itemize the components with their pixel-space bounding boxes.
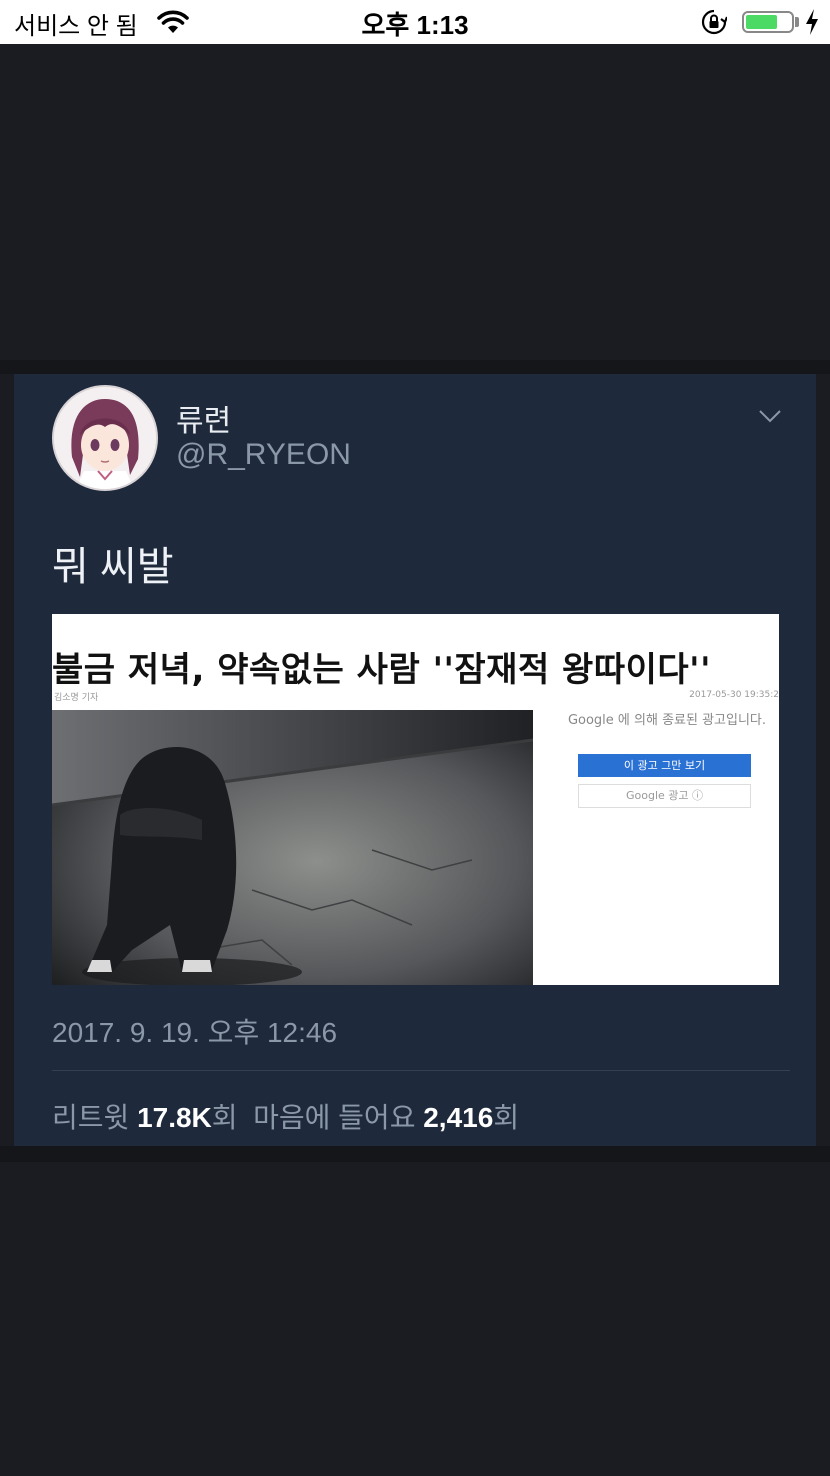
media-dateline: 2017-05-30 19:35:2 [689,690,779,700]
battery-icon [742,11,794,33]
like-stat[interactable]: 마음에 들어요 2,416회 [253,1102,519,1133]
retweet-stat[interactable]: 리트윗 17.8K회 [52,1102,238,1133]
card-top-band [0,360,830,374]
media-byline: 김소명 기자 [54,693,99,703]
retweet-count: 17.8K [137,1102,212,1133]
tweet-timestamp: 2017. 9. 19. 오후 12:46 [52,1017,338,1048]
avatar-illustration [54,387,156,489]
orientation-lock-icon [701,9,727,35]
stop-seeing-ad-button: 이 광고 그만 보기 [578,754,751,777]
like-label: 마음에 들어요 [253,1102,416,1133]
lonely-person-photo [52,710,533,985]
status-bar: 서비스 안 됨 오후 1:13 [0,0,830,44]
charging-bolt-icon [806,9,818,35]
battery-nub [795,17,799,27]
avatar[interactable] [52,385,158,491]
like-count: 2,416 [423,1102,494,1133]
tweet-stats: 리트윗 17.8K회 마음에 들어요 2,416회 [52,1096,519,1136]
ad-removed-notice: Google 에 의해 종료된 광고입니다. [567,713,767,728]
user-handle[interactable]: @R_RYEON [176,438,351,472]
retweet-suffix: 회 [211,1102,238,1133]
divider [52,1070,790,1071]
tweet-text: 뭐 씨발 [52,545,174,589]
battery-level [746,15,777,29]
tweet-media-image[interactable]: 불금 저녁, 약속없는 사람 ''잠재적 왕따이다'' 김소명 기자 2017-… [52,614,779,985]
like-suffix: 회 [493,1102,520,1133]
display-name[interactable]: 류련 [176,396,231,440]
chevron-down-icon[interactable] [758,408,782,424]
media-headline: 불금 저녁, 약속없는 사람 ''잠재적 왕따이다'' [52,650,711,690]
retweet-label: 리트윗 [52,1102,130,1133]
google-ads-info-button: Google 광고 ⓘ [578,784,751,808]
card-bottom-band [0,1146,830,1162]
tweet-card[interactable]: 류련 @R_RYEON 뭐 씨발 불금 저녁, 약속없는 사람 ''잠재적 왕따… [14,374,816,1146]
